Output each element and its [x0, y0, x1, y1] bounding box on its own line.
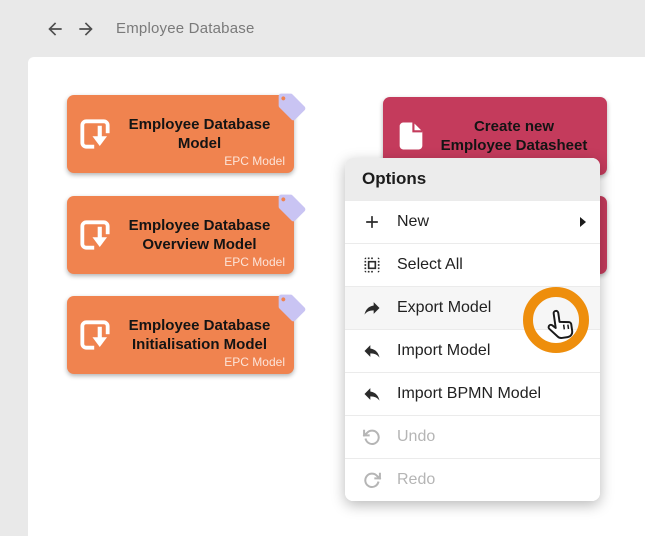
menu-item-label: Import BPMN Model	[397, 385, 586, 403]
card-title: Create new Employee Datasheet	[439, 117, 589, 155]
menu-item-label: Select All	[397, 256, 586, 274]
menu-item-export-model[interactable]: Export Model	[345, 286, 600, 329]
arrow-right-icon	[76, 19, 96, 39]
menu-item-import-bpmn-model[interactable]: Import BPMN Model	[345, 372, 600, 415]
document-icon	[383, 119, 439, 153]
model-card-employee-database-initialisation-model[interactable]: Employee Database Initialisation Model E…	[67, 296, 294, 374]
options-context-menu: Options New Select All Export Model Im	[345, 158, 600, 501]
card-type-label: EPC Model	[224, 154, 285, 168]
menu-item-label: Undo	[397, 428, 586, 446]
submenu-caret-icon	[580, 217, 586, 227]
card-type-label: EPC Model	[224, 355, 285, 369]
forward-button[interactable]	[75, 18, 97, 40]
epc-model-icon	[67, 316, 123, 354]
card-title: Employee Database Model	[123, 115, 276, 153]
menu-item-label: Export Model	[397, 299, 586, 317]
card-type-label: EPC Model	[224, 255, 285, 269]
menu-item-select-all[interactable]: Select All	[345, 243, 600, 286]
select-all-icon	[361, 254, 383, 276]
tag-icon	[276, 192, 308, 224]
model-card-employee-database-model[interactable]: Employee Database Model EPC Model	[67, 95, 294, 173]
menu-item-undo[interactable]: Undo	[345, 415, 600, 458]
epc-model-icon	[67, 216, 123, 254]
menu-item-redo[interactable]: Redo	[345, 458, 600, 501]
menu-header: Options	[345, 158, 600, 200]
card-title: Employee Database Overview Model	[123, 216, 276, 254]
redo-icon	[361, 469, 383, 491]
epc-model-icon	[67, 115, 123, 153]
breadcrumb: Employee Database	[116, 20, 254, 37]
tag-icon	[276, 292, 308, 324]
undo-icon	[361, 426, 383, 448]
tag-icon	[276, 91, 308, 123]
menu-item-label: New	[397, 213, 580, 231]
back-button[interactable]	[44, 18, 66, 40]
model-card-employee-database-overview-model[interactable]: Employee Database Overview Model EPC Mod…	[67, 196, 294, 274]
export-arrow-icon	[361, 297, 383, 319]
content-panel: Employee Database Model EPC Model Employ…	[28, 57, 645, 536]
menu-item-label: Import Model	[397, 342, 586, 360]
menu-item-label: Redo	[397, 471, 586, 489]
menu-item-new[interactable]: New	[345, 200, 600, 243]
menu-item-import-model[interactable]: Import Model	[345, 329, 600, 372]
import-arrow-icon	[361, 340, 383, 362]
arrow-left-icon	[45, 19, 65, 39]
card-title: Employee Database Initialisation Model	[123, 316, 276, 354]
header-bar: Employee Database	[0, 0, 645, 57]
plus-icon	[361, 211, 383, 233]
import-arrow-icon	[361, 383, 383, 405]
